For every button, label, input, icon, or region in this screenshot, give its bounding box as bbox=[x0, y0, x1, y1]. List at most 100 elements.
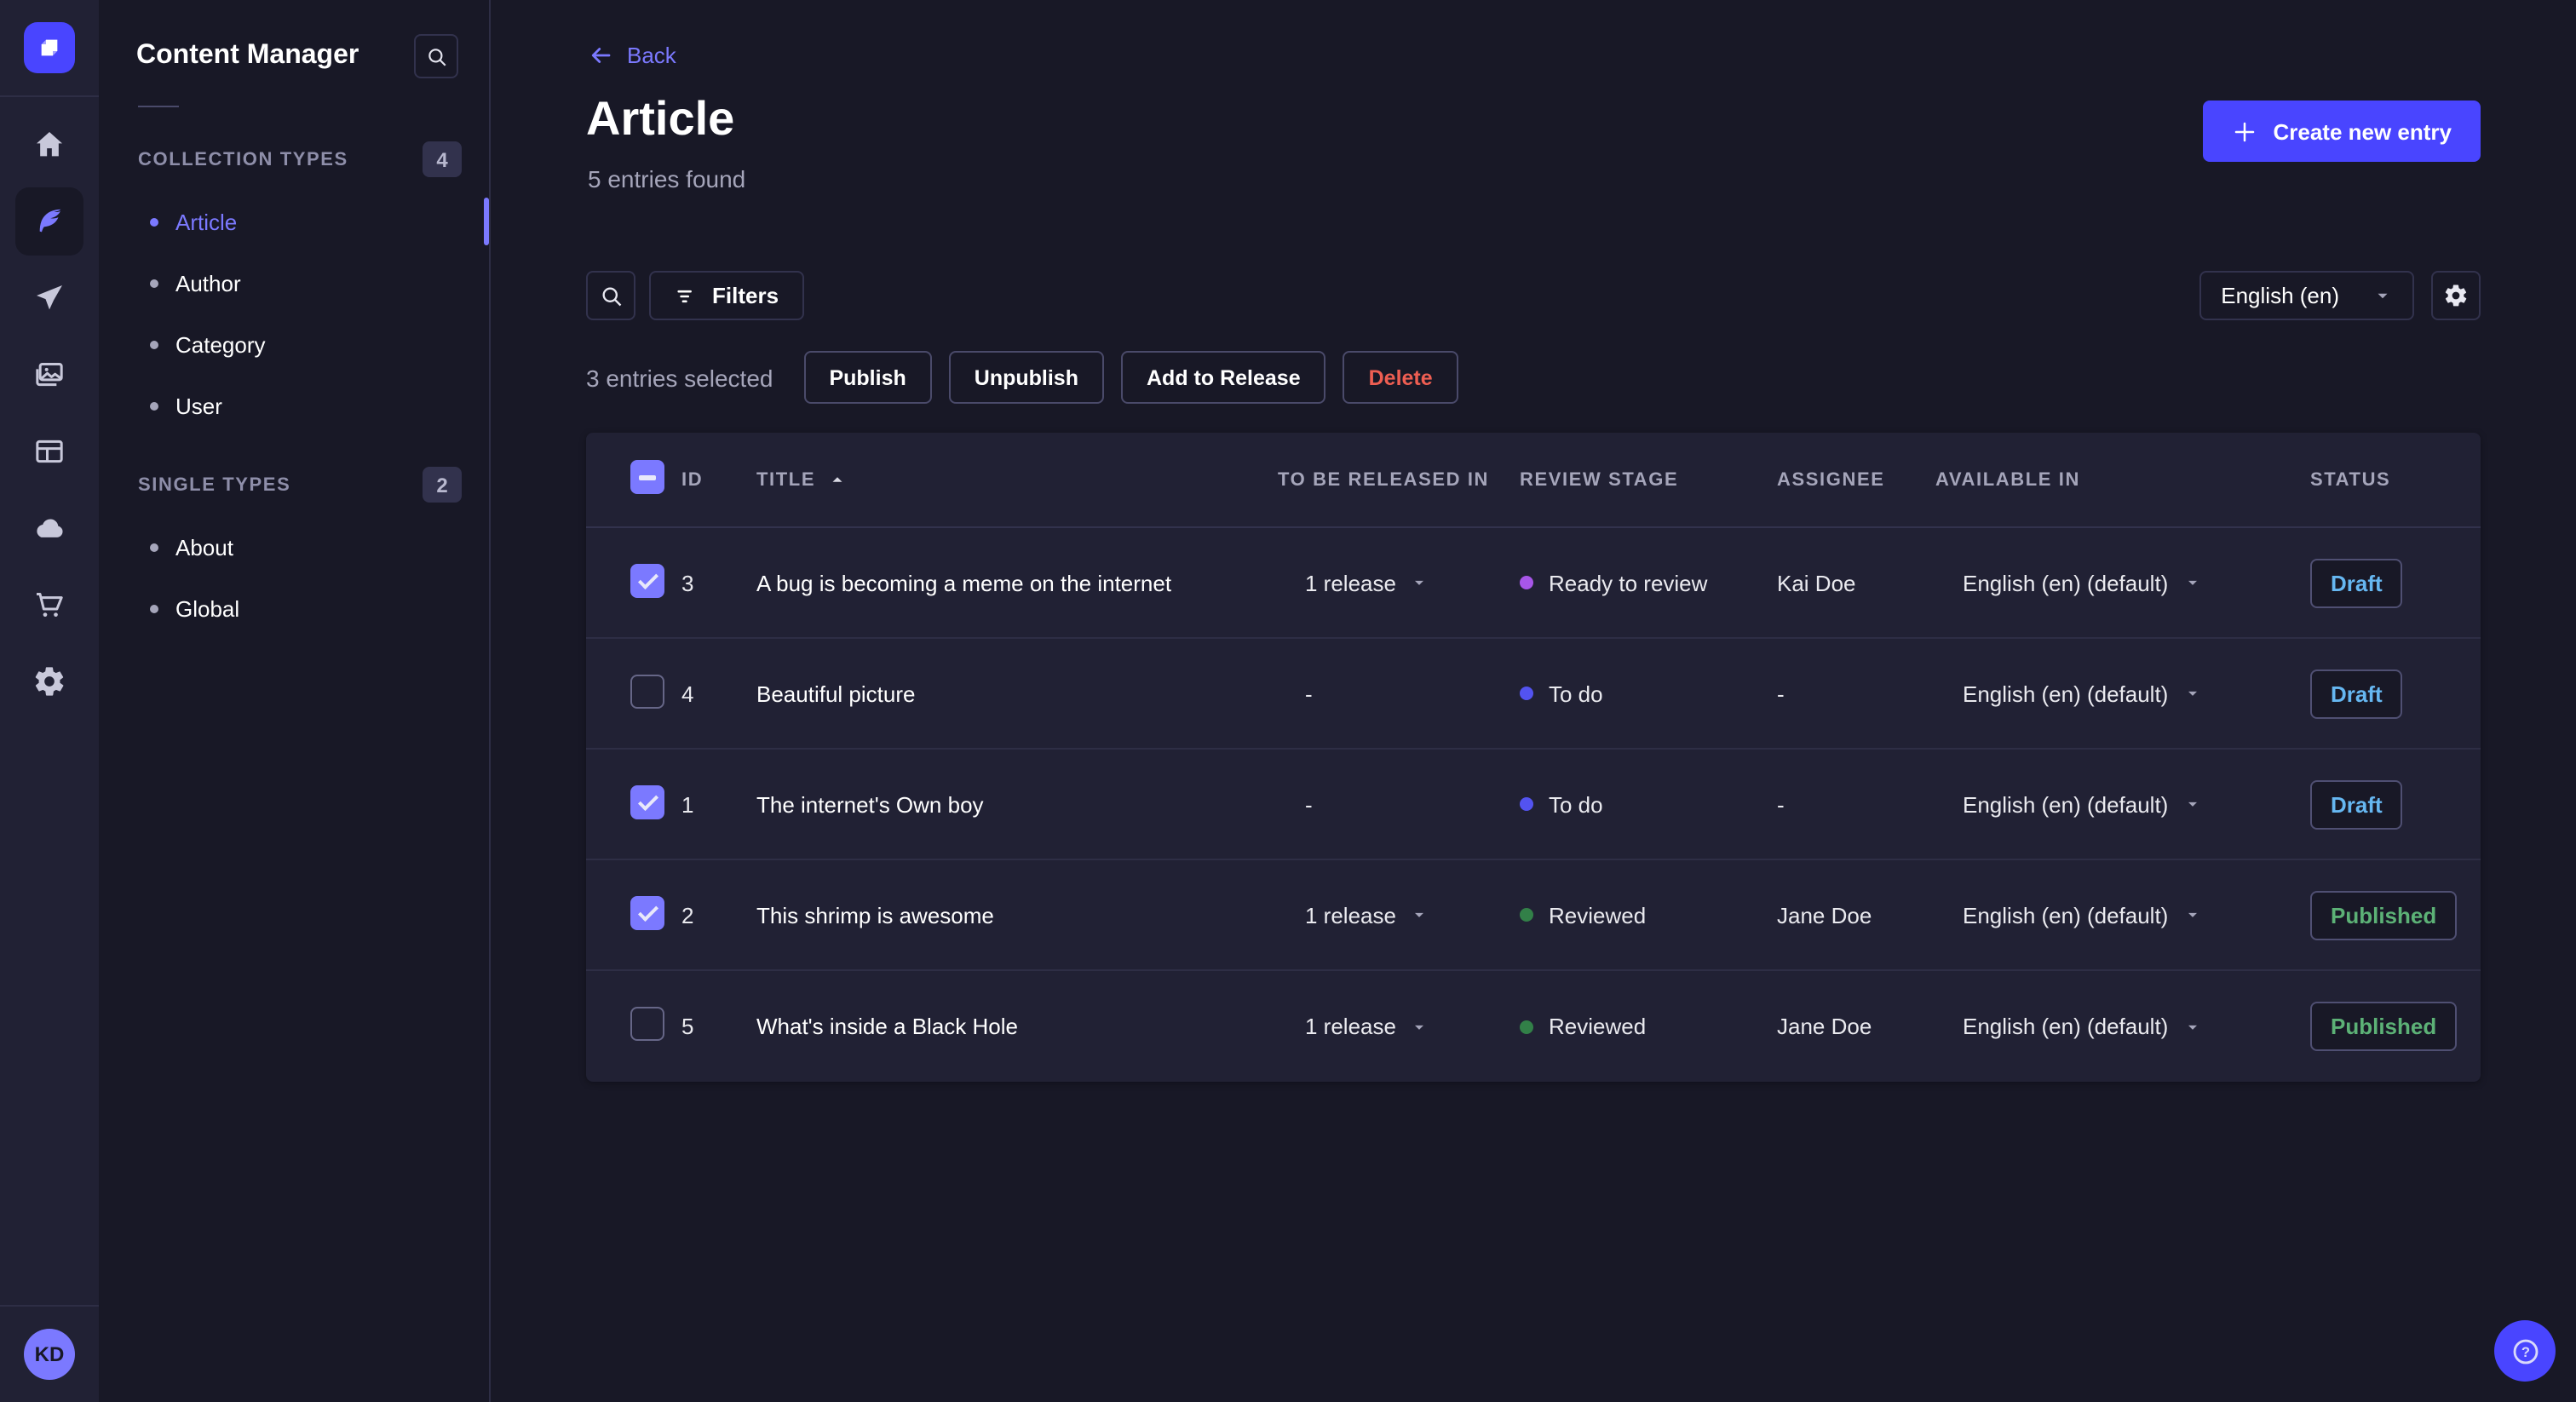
review-stage-dot-icon bbox=[1520, 687, 1533, 700]
table-row[interactable]: 3 A bug is becoming a meme on the interne… bbox=[586, 528, 2481, 639]
media-library-icon[interactable] bbox=[15, 341, 83, 409]
cell-available-in[interactable]: English (en) (default) bbox=[1935, 681, 2310, 706]
publish-button[interactable]: Publish bbox=[803, 351, 932, 404]
table-row[interactable]: 2 This shrimp is awesome 1 release Reviewed… bbox=[586, 860, 2481, 971]
strapi-logo[interactable] bbox=[24, 22, 75, 73]
table-search-button[interactable] bbox=[586, 271, 635, 320]
sidebar-item-global[interactable]: Global bbox=[99, 577, 489, 639]
filters-label: Filters bbox=[712, 283, 779, 308]
cell-available-in[interactable]: English (en) (default) bbox=[1935, 1014, 2310, 1039]
sidebar-item-label: About bbox=[175, 534, 233, 560]
chevron-down-icon[interactable] bbox=[2183, 796, 2200, 813]
chevron-down-icon[interactable] bbox=[2183, 685, 2200, 702]
send-icon[interactable] bbox=[15, 264, 83, 332]
cell-id: 1 bbox=[681, 791, 694, 817]
cell-review-stage: To do bbox=[1520, 681, 1777, 706]
column-header-id[interactable]: ID bbox=[681, 469, 756, 490]
cell-assignee: - bbox=[1777, 681, 1785, 706]
bullet-icon bbox=[150, 401, 158, 410]
row-checkbox[interactable] bbox=[630, 895, 664, 929]
table-row[interactable]: 1 The internet's Own boy - To do - English (e… bbox=[586, 750, 2481, 860]
cell-release[interactable]: 1 release bbox=[1278, 1014, 1520, 1039]
marketplace-cart-icon[interactable] bbox=[15, 571, 83, 639]
table-row[interactable]: 5 What's inside a Black Hole 1 release Revi… bbox=[586, 971, 2481, 1082]
plus-icon bbox=[2235, 121, 2255, 141]
home-icon[interactable] bbox=[15, 111, 83, 179]
chevron-down-icon[interactable] bbox=[2183, 574, 2200, 591]
column-header-available-in[interactable]: AVAILABLE IN bbox=[1935, 469, 2310, 490]
column-header-assignee[interactable]: ASSIGNEE bbox=[1777, 469, 1935, 490]
column-header-title[interactable]: TITLE bbox=[756, 469, 1278, 490]
entries-table: ID TITLE TO BE RELEASED IN REVIEW STAGE … bbox=[586, 433, 2481, 1082]
sidebar-item-article[interactable]: Article bbox=[99, 191, 489, 252]
cell-title: This shrimp is awesome bbox=[756, 902, 994, 928]
sidebar-item-category[interactable]: Category bbox=[99, 313, 489, 375]
sidebar-item-about[interactable]: About bbox=[99, 516, 489, 577]
settings-gear-icon[interactable] bbox=[15, 647, 83, 715]
column-header-to-be-released-in[interactable]: TO BE RELEASED IN bbox=[1278, 469, 1520, 490]
cell-title: Beautiful picture bbox=[756, 681, 916, 706]
sidebar-item-label: User bbox=[175, 393, 222, 418]
delete-button[interactable]: Delete bbox=[1343, 351, 1458, 404]
column-header-status[interactable]: STATUS bbox=[2310, 469, 2481, 490]
row-checkbox[interactable] bbox=[630, 563, 664, 597]
add-to-release-button[interactable]: Add to Release bbox=[1121, 351, 1326, 404]
column-header-review-stage[interactable]: REVIEW STAGE bbox=[1520, 469, 1777, 490]
bullet-icon bbox=[150, 279, 158, 287]
locale-select[interactable]: English (en) bbox=[2199, 271, 2414, 320]
content-type-builder-icon[interactable] bbox=[15, 417, 83, 486]
table-row[interactable]: 4 Beautiful picture - To do - English (en) (d… bbox=[586, 639, 2481, 750]
status-badge: Draft bbox=[2310, 779, 2403, 829]
back-link[interactable]: Back bbox=[588, 43, 676, 68]
cloud-icon[interactable] bbox=[15, 494, 83, 562]
content-manager-icon[interactable] bbox=[15, 187, 83, 256]
chevron-down-icon[interactable] bbox=[2183, 906, 2200, 923]
chevron-down-icon[interactable] bbox=[1412, 1018, 1429, 1035]
help-button[interactable]: ? bbox=[2494, 1320, 2556, 1382]
status-badge: Published bbox=[2310, 890, 2458, 939]
section-count-badge: 2 bbox=[423, 467, 462, 503]
review-stage-label: Reviewed bbox=[1549, 1014, 1647, 1039]
cell-title: A bug is becoming a meme on the internet bbox=[756, 570, 1172, 595]
status-badge: Draft bbox=[2310, 669, 2403, 718]
release-label: 1 release bbox=[1305, 902, 1396, 928]
row-checkbox[interactable] bbox=[630, 1007, 664, 1041]
section-label: COLLECTION TYPES bbox=[138, 149, 348, 170]
bullet-icon bbox=[150, 217, 158, 226]
cell-status: Published bbox=[2310, 890, 2481, 939]
bullet-icon bbox=[150, 340, 158, 348]
icon-rail: KD bbox=[0, 0, 99, 1402]
cell-assignee: Kai Doe bbox=[1777, 570, 1856, 595]
cell-available-in[interactable]: English (en) (default) bbox=[1935, 902, 2310, 928]
chevron-down-icon[interactable] bbox=[1412, 574, 1429, 591]
user-avatar[interactable]: KD bbox=[24, 1329, 75, 1380]
sidebar-item-user[interactable]: User bbox=[99, 375, 489, 436]
release-label: 1 release bbox=[1305, 1014, 1396, 1039]
row-checkbox[interactable] bbox=[630, 784, 664, 819]
chevron-down-icon bbox=[2373, 286, 2392, 305]
sidebar-item-label: Category bbox=[175, 331, 266, 357]
cell-assignee: Jane Doe bbox=[1777, 1014, 1872, 1039]
review-stage-label: Ready to review bbox=[1549, 570, 1708, 595]
row-checkbox[interactable] bbox=[630, 674, 664, 708]
chevron-down-icon[interactable] bbox=[1412, 906, 1429, 923]
section-count-badge: 4 bbox=[423, 141, 462, 177]
svg-text:?: ? bbox=[2521, 1343, 2529, 1359]
view-settings-button[interactable] bbox=[2431, 271, 2481, 320]
cell-release[interactable]: 1 release bbox=[1278, 902, 1520, 928]
create-new-entry-button[interactable]: Create new entry bbox=[2203, 101, 2481, 162]
sidebar-item-author[interactable]: Author bbox=[99, 252, 489, 313]
cell-available-in[interactable]: English (en) (default) bbox=[1935, 791, 2310, 817]
cell-release[interactable]: 1 release bbox=[1278, 570, 1520, 595]
chevron-down-icon[interactable] bbox=[2183, 1018, 2200, 1035]
unpublish-button[interactable]: Unpublish bbox=[948, 351, 1104, 404]
table-header-row: ID TITLE TO BE RELEASED IN REVIEW STAGE … bbox=[586, 433, 2481, 528]
nav-section: SINGLE TYPES 2 About Global bbox=[99, 453, 489, 639]
page-title: Article bbox=[586, 92, 735, 145]
sidebar-search-button[interactable] bbox=[414, 34, 458, 78]
cell-assignee: Jane Doe bbox=[1777, 902, 1872, 928]
cell-id: 5 bbox=[681, 1014, 694, 1039]
filters-button[interactable]: Filters bbox=[649, 271, 805, 320]
cell-available-in[interactable]: English (en) (default) bbox=[1935, 570, 2310, 595]
select-all-checkbox[interactable] bbox=[630, 460, 664, 494]
